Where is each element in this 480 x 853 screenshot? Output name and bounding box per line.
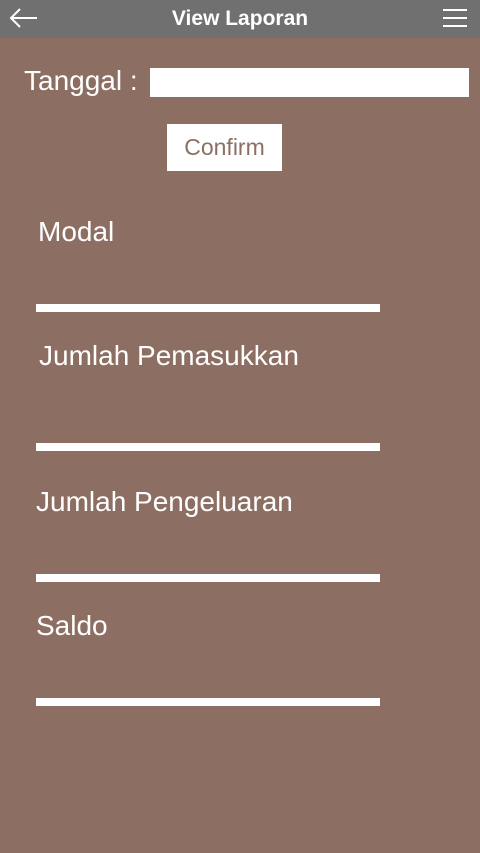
app-bar: View Laporan	[0, 0, 480, 38]
page-title: View Laporan	[171, 7, 309, 30]
jumlah-pengeluaran-label: Jumlah Pengeluaran	[36, 486, 293, 517]
date-label: Tanggal :	[24, 65, 138, 96]
jumlah-pemasukkan-value-line	[36, 443, 380, 451]
date-input[interactable]	[150, 68, 469, 97]
jumlah-pemasukkan-label: Jumlah Pemasukkan	[39, 340, 299, 371]
jumlah-pengeluaran-value-line	[36, 574, 380, 582]
modal-label: Modal	[38, 216, 115, 247]
saldo-value-line	[36, 698, 380, 706]
hamburger-menu-icon[interactable]	[442, 7, 468, 29]
saldo-label: Saldo	[36, 610, 108, 641]
modal-value-line	[36, 304, 380, 312]
confirm-button[interactable]: Confirm	[167, 124, 282, 171]
